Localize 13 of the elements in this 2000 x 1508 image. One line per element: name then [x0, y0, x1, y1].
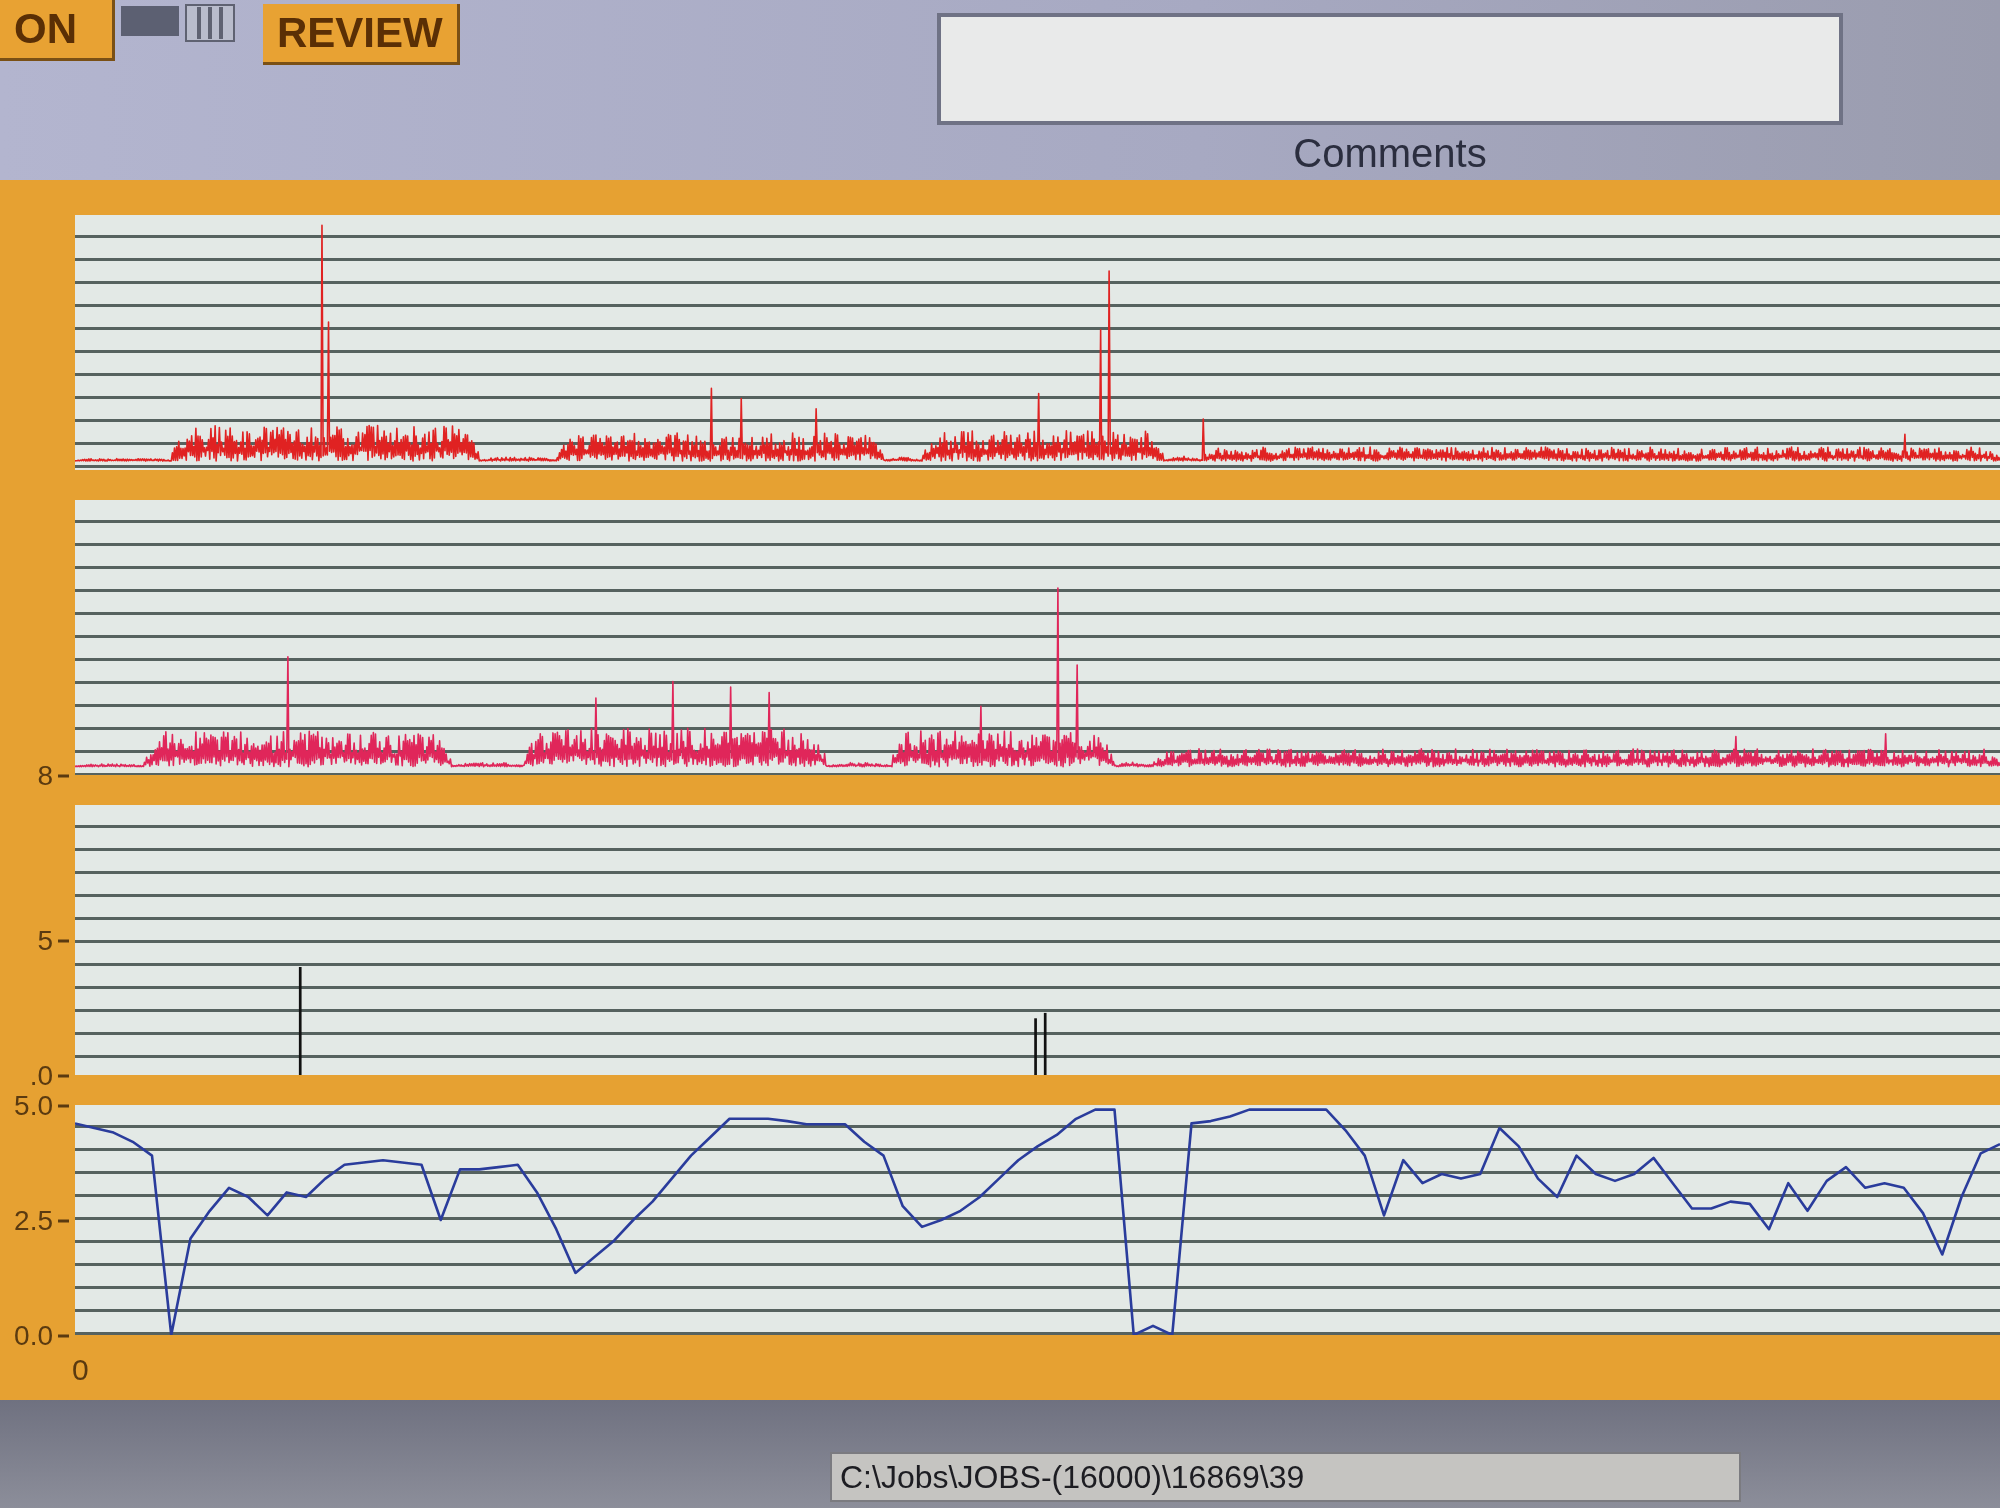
comments-field[interactable]	[937, 13, 1843, 125]
axis-label: 8	[37, 760, 69, 790]
toolbar-button[interactable]: ON	[0, 0, 115, 61]
comments-label: Comments	[1293, 131, 1487, 175]
columns-icon[interactable]	[185, 4, 235, 42]
axis-label: 2.5	[14, 1205, 69, 1235]
axis-label: 0.0	[14, 1320, 69, 1350]
axis-label: .0	[29, 1060, 69, 1090]
toolbar-button[interactable]: REVIEW	[263, 4, 460, 65]
path-field[interactable]: C:\Jobs\JOBS-(16000)\16869\39	[830, 1452, 1741, 1502]
axis-label: 5.0	[14, 1090, 69, 1120]
axis-label: 0	[72, 1353, 89, 1388]
axis-label: 5	[37, 925, 69, 955]
